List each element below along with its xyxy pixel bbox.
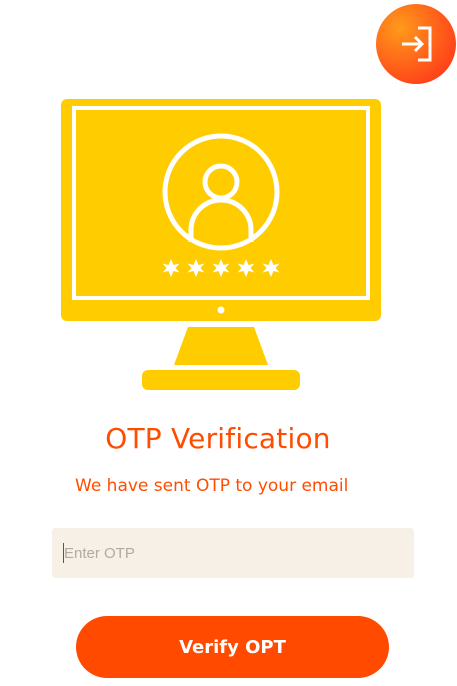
power-dot — [217, 306, 225, 314]
otp-sent-message: We have sent OTP to your email — [75, 476, 349, 496]
text-cursor — [63, 543, 64, 563]
logout-button[interactable] — [376, 4, 456, 84]
verify-button[interactable]: Verify OPT — [76, 616, 389, 678]
monitor-illustration — [61, 99, 381, 390]
monitor-stand — [174, 327, 268, 365]
otp-input[interactable] — [52, 528, 414, 578]
page-title: OTP Verification — [105, 422, 331, 455]
logout-arrow-icon — [402, 26, 432, 62]
monitor-frame — [61, 99, 381, 321]
monitor-base — [142, 370, 300, 390]
